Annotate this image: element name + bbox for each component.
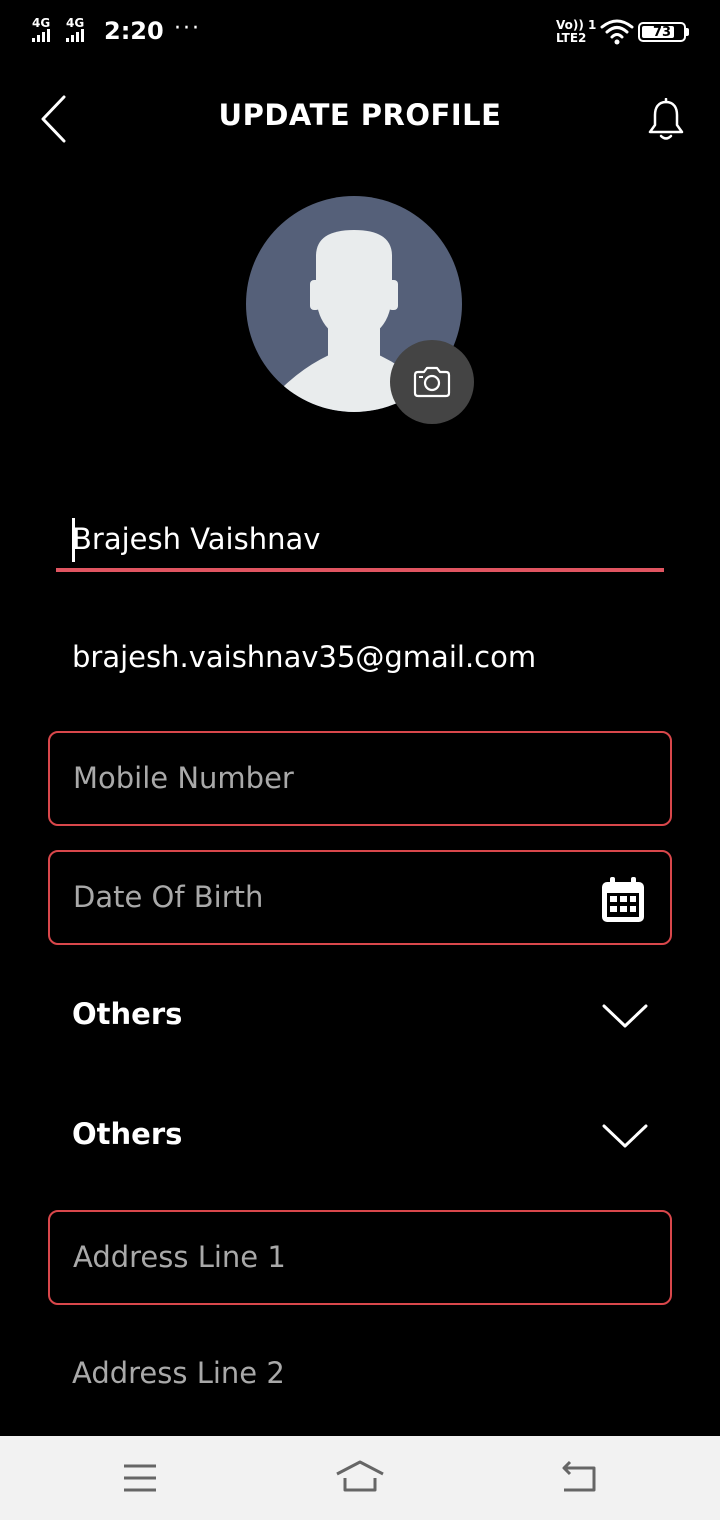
wifi-icon bbox=[600, 19, 634, 45]
email-field[interactable]: brajesh.vaishnav35@gmail.com bbox=[72, 640, 536, 674]
menu-icon[interactable] bbox=[122, 1458, 158, 1498]
gender-select-value: Others bbox=[72, 997, 183, 1031]
secondary-select[interactable]: Others bbox=[48, 1097, 672, 1177]
address-line-1-field[interactable]: Address Line 1 bbox=[48, 1210, 672, 1305]
more-notifications-icon: ··· bbox=[174, 16, 201, 41]
bell-icon[interactable] bbox=[646, 98, 686, 142]
battery-icon: 73 bbox=[638, 22, 686, 42]
network-indicator-1: 4G bbox=[32, 17, 52, 42]
signal-icon bbox=[66, 29, 86, 42]
camera-icon bbox=[413, 366, 451, 398]
address-line-1-placeholder: Address Line 1 bbox=[73, 1240, 286, 1274]
chevron-down-icon bbox=[602, 1004, 648, 1028]
battery-level: 73 bbox=[652, 24, 672, 40]
date-of-birth-field[interactable]: Date Of Birth bbox=[48, 850, 672, 945]
address-line-2-field[interactable]: Address Line 2 bbox=[72, 1356, 285, 1390]
change-photo-button[interactable] bbox=[390, 340, 474, 424]
return-icon[interactable] bbox=[560, 1458, 600, 1498]
mobile-number-placeholder: Mobile Number bbox=[73, 761, 294, 795]
gender-select[interactable]: Others bbox=[48, 977, 672, 1057]
status-bar: 4G 4G 2:20 ··· Vo)) 1 LTE2 73 bbox=[0, 0, 720, 64]
name-field[interactable]: Brajesh Vaishnav bbox=[56, 510, 664, 572]
network-label-1: 4G bbox=[32, 16, 51, 30]
battery-indicator: 73 bbox=[638, 22, 689, 42]
home-icon[interactable] bbox=[334, 1458, 386, 1498]
date-of-birth-placeholder: Date Of Birth bbox=[73, 880, 264, 914]
name-value: Brajesh Vaishnav bbox=[72, 522, 321, 556]
network-indicator-2: 4G bbox=[66, 17, 86, 42]
mobile-number-field[interactable]: Mobile Number bbox=[48, 731, 672, 826]
chevron-down-icon bbox=[602, 1124, 648, 1148]
status-time: 2:20 bbox=[104, 17, 164, 45]
page-title: UPDATE PROFILE bbox=[218, 98, 502, 132]
lte-label: LTE2 bbox=[556, 31, 587, 45]
volte-indicator: Vo)) 1 LTE2 bbox=[556, 19, 596, 45]
calendar-icon[interactable] bbox=[600, 876, 646, 924]
text-caret bbox=[72, 518, 75, 562]
system-nav-bar bbox=[0, 1436, 720, 1520]
network-label-2: 4G bbox=[66, 16, 85, 30]
secondary-select-value: Others bbox=[72, 1117, 183, 1151]
signal-icon bbox=[32, 29, 52, 42]
